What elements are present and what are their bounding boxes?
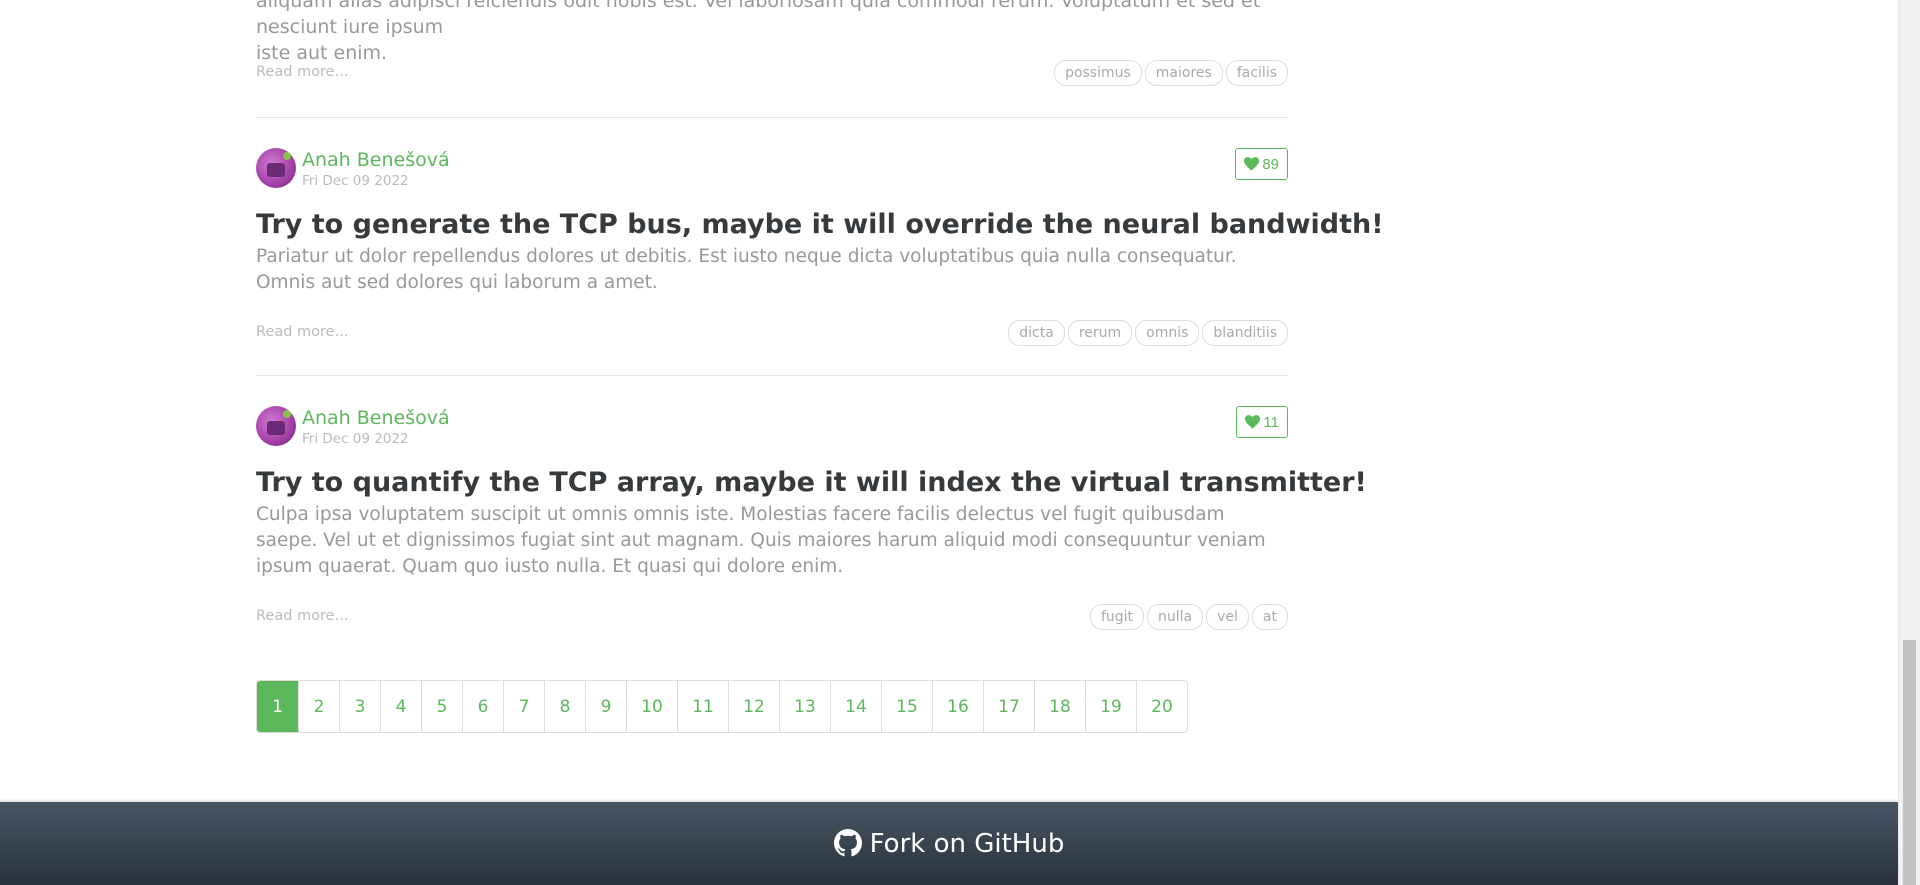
tag-pill[interactable]: vel <box>1206 604 1249 630</box>
page-link-18[interactable]: 18 <box>1034 681 1085 732</box>
github-icon <box>833 829 862 857</box>
page-link-5[interactable]: 5 <box>421 681 462 732</box>
favorite-button[interactable]: 89 <box>1235 148 1288 180</box>
page-link-16[interactable]: 16 <box>932 681 983 732</box>
footer-link-label: Fork on GitHub <box>869 829 1065 859</box>
page-link-6[interactable]: 6 <box>462 681 503 732</box>
tag-pill[interactable]: at <box>1251 604 1288 630</box>
pagination: 1 2 3 4 5 6 7 8 9 10 11 12 13 14 15 16 17 18 19 20 <box>256 680 1188 733</box>
tag-pill[interactable]: dicta <box>1008 320 1065 346</box>
page-link-17[interactable]: 17 <box>983 681 1034 732</box>
article-date: Fri Dec 09 2022 <box>302 173 409 189</box>
page-link-11[interactable]: 11 <box>677 681 728 732</box>
tag-list: possimus maiores facilis <box>1054 60 1288 86</box>
page: aliquam alias adipisci reiciendis odit n… <box>0 0 1898 885</box>
tag-pill[interactable]: omnis <box>1135 320 1200 346</box>
scrollbar-thumb[interactable] <box>1903 640 1916 885</box>
vertical-scrollbar[interactable] <box>1898 0 1920 885</box>
divider <box>256 375 1288 376</box>
read-more-link[interactable]: Read more... <box>256 324 348 340</box>
tag-pill[interactable]: possimus <box>1054 60 1142 86</box>
article-date: Fri Dec 09 2022 <box>302 431 409 447</box>
avatar[interactable] <box>256 406 296 446</box>
page-link-15[interactable]: 15 <box>881 681 932 732</box>
page-link-10[interactable]: 10 <box>626 681 677 732</box>
article-title[interactable]: Try to generate the TCP bus, maybe it wi… <box>256 208 1384 242</box>
page-link-20[interactable]: 20 <box>1136 681 1187 732</box>
article-description: aliquam alias adipisci reiciendis odit n… <box>256 0 1288 66</box>
fork-on-github-link[interactable]: Fork on GitHub <box>0 828 1898 860</box>
page-link-13[interactable]: 13 <box>779 681 830 732</box>
article-description: Pariatur ut dolor repellendus dolores ut… <box>256 246 1237 293</box>
page-link-14[interactable]: 14 <box>830 681 881 732</box>
tag-pill[interactable]: facilis <box>1225 60 1288 86</box>
page-link-2[interactable]: 2 <box>298 681 339 732</box>
tag-pill[interactable]: maiores <box>1144 60 1223 86</box>
favorite-count: 89 <box>1262 155 1279 173</box>
tag-pill[interactable]: nulla <box>1147 604 1204 630</box>
article-description-line: aliquam alias adipisci reiciendis odit n… <box>256 0 1261 38</box>
divider <box>256 117 1288 118</box>
tag-pill[interactable]: rerum <box>1067 320 1133 346</box>
page-link-12[interactable]: 12 <box>728 681 779 732</box>
page-link-4[interactable]: 4 <box>380 681 421 732</box>
read-more-link[interactable]: Read more... <box>256 608 348 624</box>
favorite-count: 11 <box>1263 413 1279 431</box>
tag-list: dicta rerum omnis blanditiis <box>1008 320 1288 346</box>
tag-list: fugit nulla vel at <box>1089 604 1288 630</box>
page-link-3[interactable]: 3 <box>339 681 380 732</box>
tag-pill[interactable]: fugit <box>1089 604 1145 630</box>
favorite-button[interactable]: 11 <box>1236 406 1288 438</box>
article-title[interactable]: Try to quantify the TCP array, maybe it … <box>256 466 1367 500</box>
page-link-19[interactable]: 19 <box>1085 681 1136 732</box>
heart-icon <box>1245 415 1261 429</box>
article-description: Culpa ipsa voluptatem suscipit ut omnis … <box>256 504 1266 577</box>
author-link[interactable]: Anah Benešová <box>302 407 450 429</box>
page-link-8[interactable]: 8 <box>544 681 585 732</box>
page-link-7[interactable]: 7 <box>503 681 544 732</box>
avatar[interactable] <box>256 148 296 188</box>
heart-icon <box>1244 157 1260 171</box>
author-link[interactable]: Anah Benešová <box>302 149 450 171</box>
tag-pill[interactable]: blanditiis <box>1202 320 1288 346</box>
page-link-1[interactable]: 1 <box>257 681 298 732</box>
page-link-9[interactable]: 9 <box>585 681 626 732</box>
read-more-link[interactable]: Read more... <box>256 64 348 80</box>
footer: Fork on GitHub <box>0 802 1898 885</box>
